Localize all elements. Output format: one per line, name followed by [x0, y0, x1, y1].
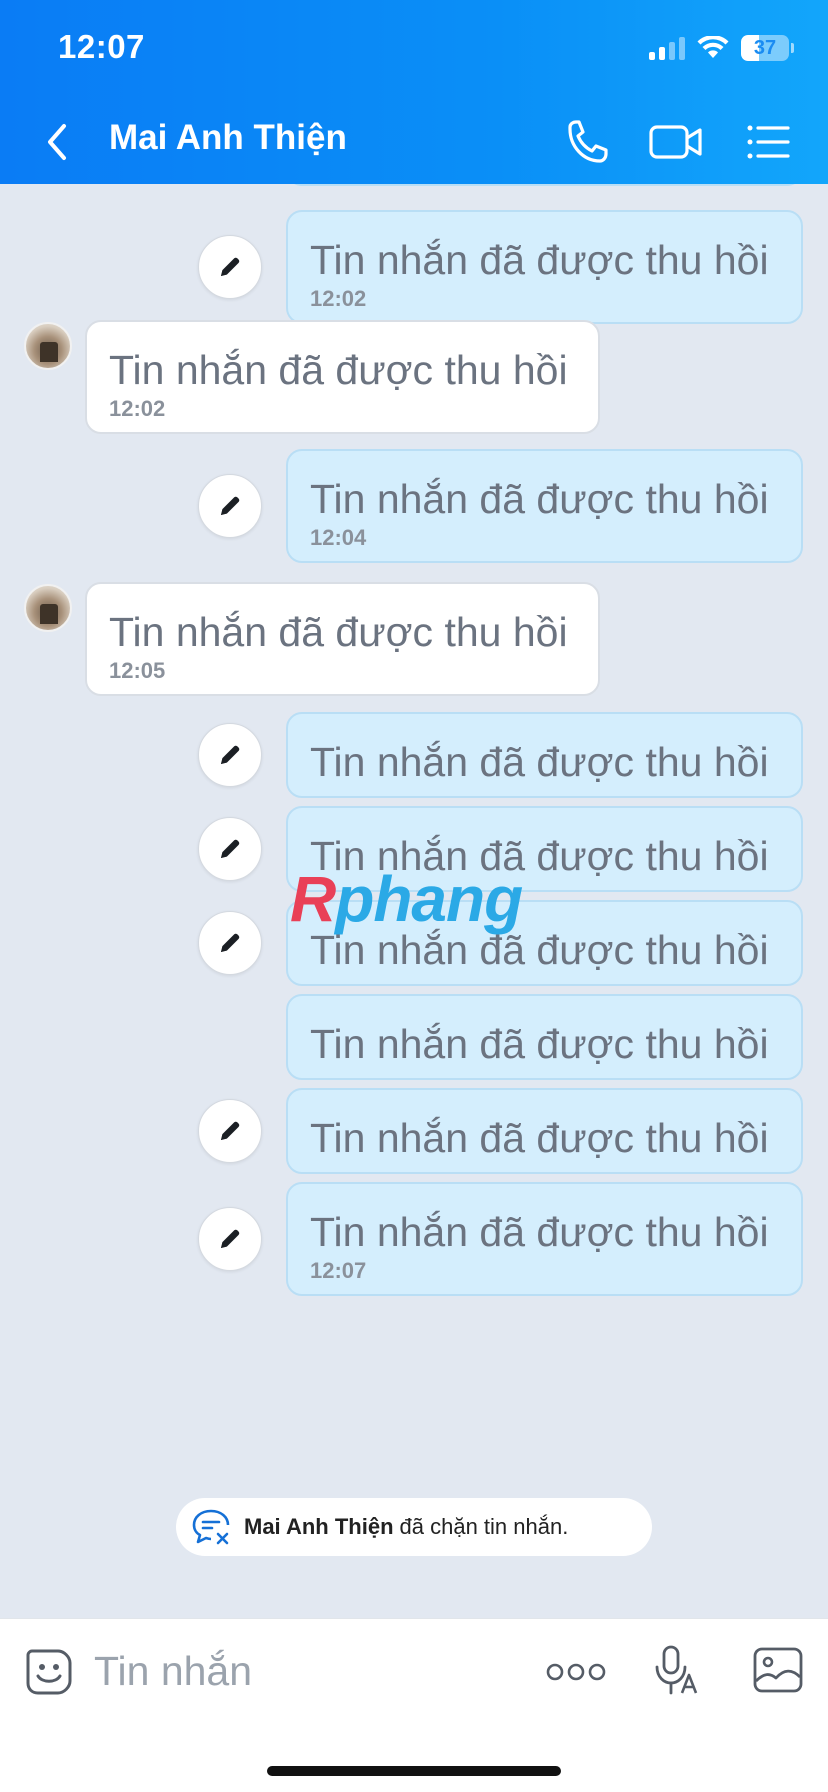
wifi-icon — [697, 36, 729, 58]
message-bubble[interactable]: Tin nhắn đã được thu hồi 12:04 — [286, 449, 803, 563]
menu-button[interactable] — [744, 118, 796, 166]
edit-message-button[interactable] — [198, 474, 262, 538]
cellular-signal-icon — [649, 36, 685, 60]
send-image-button[interactable] — [752, 1645, 804, 1695]
message-text: Tin nhắn đã được thu hồi — [310, 739, 769, 785]
message-time: 12:02 — [310, 286, 367, 311]
message-time: 12:05 — [109, 658, 166, 683]
message-bubble[interactable]: Tin nhắn đã được thu hồi 12:02 — [85, 320, 600, 434]
message-bubble[interactable]: Tin nhắn đã được thu hồi 12:05 — [85, 582, 600, 696]
pencil-icon — [221, 257, 240, 276]
back-button[interactable] — [40, 118, 76, 166]
message-bubble[interactable]: Tin nhắn đã được thu hồi 12:02 — [286, 210, 803, 324]
contact-avatar[interactable] — [24, 584, 72, 632]
notice-text: đã chặn tin nhắn. — [399, 1514, 569, 1539]
pencil-icon — [221, 933, 240, 952]
message-text: Tin nhắn đã được thu hồi — [310, 833, 769, 879]
message-bubble[interactable]: Tin nhắn đã được thu hồi — [286, 994, 803, 1080]
more-options-button[interactable] — [546, 1655, 606, 1689]
message-bubble-partial[interactable] — [286, 184, 803, 186]
pencil-icon — [221, 496, 240, 515]
message-text: Tin nhắn đã được thu hồi — [310, 476, 769, 522]
pencil-icon — [221, 1229, 240, 1248]
battery-icon: 37 — [741, 35, 789, 61]
edit-message-button[interactable] — [198, 1207, 262, 1271]
status-indicators: 37 — [649, 34, 794, 62]
contact-avatar[interactable] — [24, 322, 72, 370]
sticker-button[interactable] — [24, 1647, 74, 1697]
message-bubble[interactable]: Tin nhắn đã được thu hồi — [286, 900, 803, 986]
battery-level: 37 — [753, 37, 777, 59]
message-input[interactable] — [94, 1639, 524, 1703]
microphone-icon — [655, 1645, 698, 1695]
pencil-icon — [221, 1121, 240, 1140]
pencil-icon — [221, 839, 240, 858]
pencil-icon — [221, 745, 240, 764]
battery-cap — [791, 43, 794, 53]
message-list[interactable]: Tin nhắn đã được thu hồi 12:02 Tin nhắn đã… — [0, 184, 828, 1618]
message-text: Tin nhắn đã được thu hồi — [109, 609, 568, 655]
edit-message-button[interactable] — [198, 911, 262, 975]
home-indicator — [267, 1766, 561, 1776]
message-input-bar — [0, 1618, 828, 1792]
status-time: 12:07 — [58, 28, 145, 65]
blocked-notice: Mai Anh Thiện đã chặn tin nhắn. — [176, 1498, 652, 1556]
video-camera-icon — [649, 125, 702, 159]
video-call-button[interactable] — [648, 118, 704, 166]
message-time: 12:04 — [310, 525, 367, 550]
message-text: Tin nhắn đã được thu hồi — [310, 927, 769, 973]
voice-to-text-button[interactable] — [652, 1643, 700, 1699]
edit-message-button[interactable] — [198, 817, 262, 881]
chevron-left-icon — [48, 124, 66, 160]
chat-header: 12:07 37 Mai Anh Thiện — [0, 0, 828, 184]
message-bubble[interactable]: Tin nhắn đã được thu hồi 12:07 — [286, 1182, 803, 1296]
chat-blocked-icon — [192, 1509, 230, 1545]
list-menu-icon — [747, 125, 790, 159]
notice-name: Mai Anh Thiện — [244, 1514, 394, 1539]
message-time: 12:07 — [310, 1258, 367, 1283]
message-bubble[interactable]: Tin nhắn đã được thu hồi — [286, 712, 803, 798]
phone-icon — [568, 120, 608, 163]
edit-message-button[interactable] — [198, 235, 262, 299]
smiley-sticker-icon — [26, 1649, 72, 1695]
image-gallery-icon — [753, 1647, 803, 1693]
message-bubble[interactable]: Tin nhắn đã được thu hồi — [286, 1088, 803, 1174]
edit-message-button[interactable] — [198, 723, 262, 787]
message-text: Tin nhắn đã được thu hồi — [310, 237, 769, 283]
call-button[interactable] — [560, 118, 612, 166]
contact-name[interactable]: Mai Anh Thiện — [109, 118, 347, 158]
message-text: Tin nhắn đã được thu hồi — [109, 347, 568, 393]
message-bubble[interactable]: Tin nhắn đã được thu hồi — [286, 806, 803, 892]
message-text: Tin nhắn đã được thu hồi — [310, 1209, 769, 1255]
message-text: Tin nhắn đã được thu hồi — [310, 1115, 769, 1161]
message-time: 12:02 — [109, 396, 166, 421]
message-text: Tin nhắn đã được thu hồi — [310, 1021, 769, 1067]
edit-message-button[interactable] — [198, 1099, 262, 1163]
more-dots-icon — [546, 1663, 606, 1681]
